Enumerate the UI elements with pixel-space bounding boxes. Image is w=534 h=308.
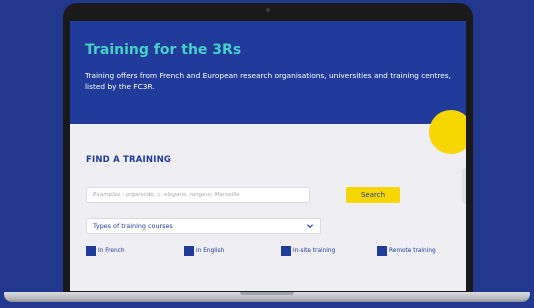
checkbox-box[interactable]	[281, 246, 291, 256]
hero-description: Training offers from French and European…	[85, 71, 452, 91]
checkbox-label: In-site training	[293, 248, 336, 254]
checkbox-box[interactable]	[377, 246, 387, 256]
search-input[interactable]	[86, 187, 310, 203]
checkbox-label: In French	[98, 248, 125, 254]
find-training-title: FIND A TRAINING	[86, 155, 172, 165]
training-type-select-label: Types of training courses	[93, 222, 173, 230]
laptop-lid: Training for the 3Rs Training offers fro…	[63, 3, 473, 292]
checkbox-label: In English	[196, 248, 225, 254]
hero-banner: Training for the 3Rs Training offers fro…	[70, 21, 466, 124]
checkbox-box[interactable]	[184, 246, 194, 256]
checkbox-in-english[interactable]: In English	[184, 246, 224, 256]
screen: Training for the 3Rs Training offers fro…	[70, 21, 466, 291]
hero-title: Training for the 3Rs	[85, 42, 242, 58]
chevron-down-icon	[306, 222, 314, 230]
decorative-circle	[429, 110, 466, 154]
checkbox-box[interactable]	[86, 246, 96, 256]
checkbox-in-french[interactable]: In French	[86, 246, 125, 256]
checkbox-in-site-training[interactable]: In-site training	[281, 246, 335, 256]
training-type-select[interactable]: Types of training courses	[86, 218, 321, 234]
laptop-notch	[240, 292, 294, 295]
camera-icon	[266, 8, 270, 12]
side-tab[interactable]	[462, 168, 466, 204]
search-button[interactable]: Search	[346, 187, 400, 203]
checkbox-remote-training[interactable]: Remote training	[377, 246, 436, 256]
search-section	[70, 124, 466, 291]
checkbox-label: Remote training	[389, 248, 436, 254]
laptop-base	[4, 292, 530, 302]
